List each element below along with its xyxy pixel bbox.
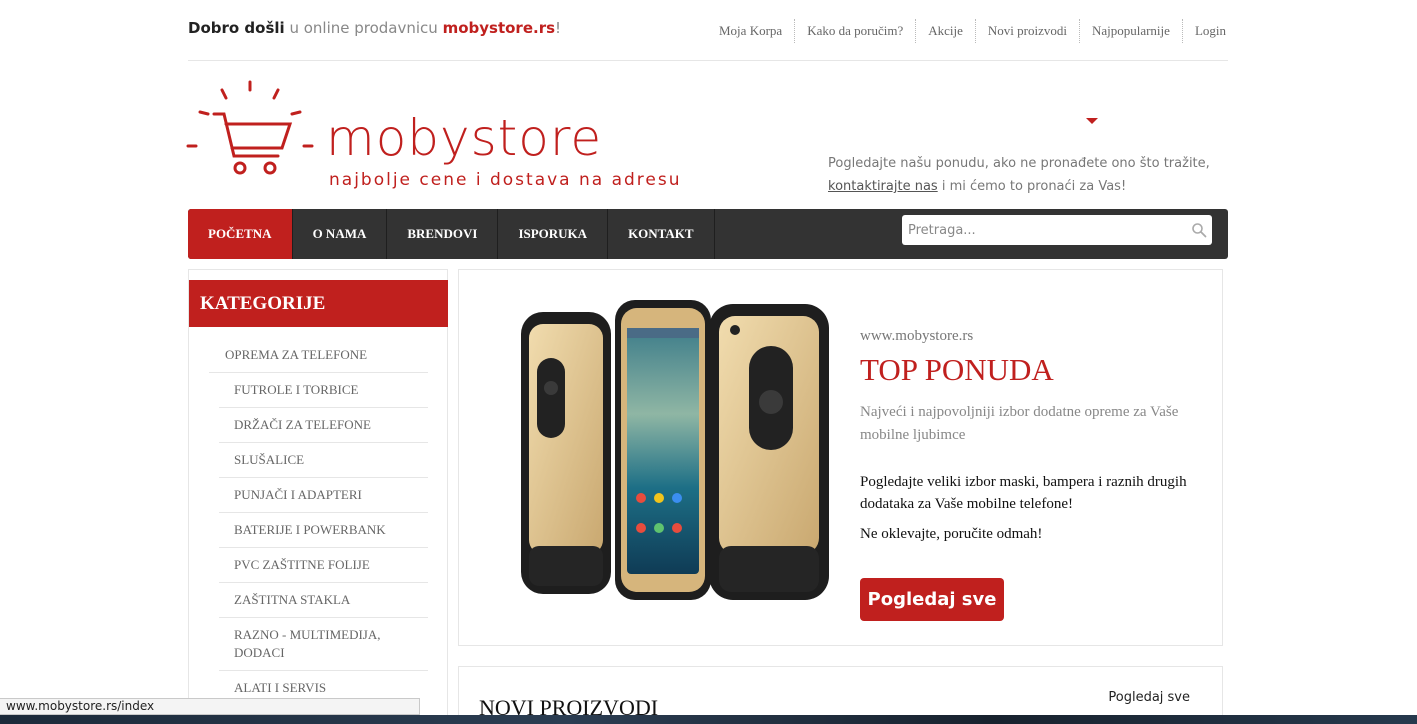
search-icon[interactable] [1191,222,1207,238]
category-item[interactable]: PVC ZAŠTITNE FOLIJE [219,548,428,583]
top-links: Moja Korpa Kako da poručim? Akcije Novi … [707,19,1228,43]
nav-item-o-nama[interactable]: O NAMA [293,209,388,259]
nav-item-pocetna[interactable]: POČETNA [188,209,293,259]
category-item[interactable]: ZAŠTITNA STAKLA [219,583,428,618]
contact-link[interactable]: kontaktirajte nas [828,179,938,194]
hero-banner: www.mobystore.rs TOP PONUDA Najveći i na… [458,269,1223,646]
link-novi-proizvodi[interactable]: Novi proizvodi [974,19,1079,43]
category-list: OPREMA ZA TELEFONE FUTROLE I TORBICE DRŽ… [209,338,428,705]
link-akcije[interactable]: Akcije [915,19,975,43]
cart-logo-icon [186,80,314,175]
link-login[interactable]: Login [1181,19,1228,43]
search-input[interactable] [902,215,1212,245]
browser-status-url: www.mobystore.rs/index [0,698,420,715]
category-item[interactable]: FUTROLE I TORBICE [219,373,428,408]
category-item[interactable]: PUNJAČI I ADAPTERI [219,478,428,513]
category-item[interactable]: BATERIJE I POWERBANK [219,513,428,548]
see-all-button[interactable]: Pogledaj sve [860,578,1004,621]
welcome-brand: mobystore.rs [442,19,556,37]
phone-cases-image [521,300,829,600]
link-kako-da-porucim[interactable]: Kako da poručim? [794,19,915,43]
hero-url: www.mobystore.rs [860,328,974,344]
header-note-text: Pogledajte našu ponudu, ako ne pronađete… [828,156,1210,171]
category-item[interactable]: RAZNO - MULTIMEDIJA, DODACI [219,618,428,671]
caret-down-icon[interactable] [1086,118,1098,124]
site-logo[interactable]: mobystore najbolje cene i dostava na adr… [186,78,686,193]
welcome-end: ! [555,19,562,37]
logo-tagline: najbolje cene i dostava na adresu [329,170,682,190]
categories-title: KATEGORIJE [189,280,448,327]
header-note-after: i mi ćemo to pronaći za Vas! [937,179,1127,194]
welcome-text: u online prodavnicu [284,19,443,37]
category-item[interactable]: DRŽAČI ZA TELEFONE [219,408,428,443]
desktop-strip [0,715,1417,724]
welcome-bold: Dobro došli [188,19,285,37]
category-item[interactable]: OPREMA ZA TELEFONE [209,338,428,373]
logo-wordmark: mobystore [326,109,603,167]
main-nav: POČETNA O NAMA BRENDOVI ISPORUKA KONTAKT [188,209,1228,259]
top-bar: Dobro došli u online prodavnicu mobystor… [188,0,1228,61]
hero-cta-text: Ne oklevajte, poručite odmah! [860,526,1043,542]
link-najpopularnije[interactable]: Najpopularnije [1078,19,1182,43]
search-box [902,215,1212,245]
hero-subtitle: Najveći i najpovoljniji izbor dodatne op… [860,404,1179,443]
category-item[interactable]: SLUŠALICE [219,443,428,478]
new-products-see-all-link[interactable]: Pogledaj sve [1108,690,1190,705]
category-sidebar: KATEGORIJE OPREMA ZA TELEFONE FUTROLE I … [188,269,448,724]
nav-item-brendovi[interactable]: BRENDOVI [387,209,499,259]
welcome-message: Dobro došli u online prodavnicu mobystor… [188,19,561,37]
link-moja-korpa[interactable]: Moja Korpa [707,19,794,43]
hero-title: TOP PONUDA [860,352,1054,387]
header-note: Pogledajte našu ponudu, ako ne pronađete… [828,152,1228,198]
nav-item-kontakt[interactable]: KONTAKT [608,209,715,259]
hero-text: Pogledajte veliki izbor maski, bampera i… [860,474,1187,512]
nav-item-isporuka[interactable]: ISPORUKA [498,209,609,259]
